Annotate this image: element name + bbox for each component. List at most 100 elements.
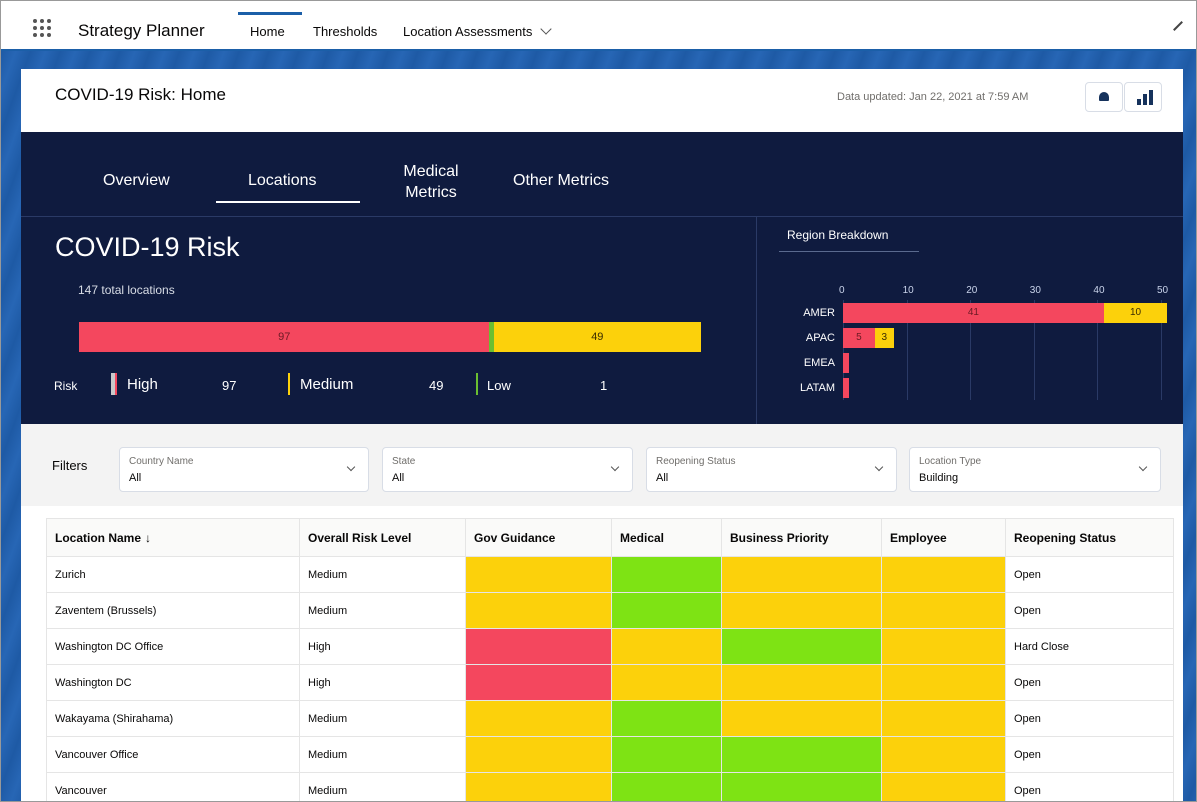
table-header-row: Location Name ↓ Overall Risk Level Gov Gu… bbox=[46, 518, 1174, 557]
employee-cell bbox=[881, 736, 1006, 773]
total-locations: 147 total locations bbox=[78, 283, 175, 297]
chart-title-underline bbox=[779, 251, 919, 252]
medium-legend-label: Medium bbox=[300, 376, 354, 393]
chevron-down-icon[interactable] bbox=[540, 23, 553, 35]
table-row[interactable]: Vancouver Medium Open bbox=[46, 772, 1174, 801]
business-priority-cell bbox=[721, 664, 882, 701]
employee-cell bbox=[881, 628, 1006, 665]
data-updated-text: Data updated: Jan 22, 2021 at 7:59 AM bbox=[837, 91, 1029, 103]
filter-label: Location Type bbox=[919, 456, 982, 467]
reopening-status-filter[interactable]: Reopening Status All bbox=[646, 447, 897, 492]
high-legend-swatch bbox=[111, 373, 117, 395]
nav-tab-thresholds[interactable]: Thresholds bbox=[313, 24, 377, 39]
gov-guidance-cell bbox=[465, 700, 612, 737]
location-name-cell: Vancouver Office bbox=[46, 736, 300, 773]
column-header-overall-risk[interactable]: Overall Risk Level bbox=[299, 518, 466, 557]
page-header: COVID-19 Risk: Home Data updated: Jan 22… bbox=[21, 69, 1183, 132]
filters-label: Filters bbox=[52, 458, 88, 473]
employee-cell bbox=[881, 556, 1006, 593]
filter-value: All bbox=[392, 472, 405, 484]
nav-tab-location-assessments[interactable]: Location Assessments bbox=[403, 23, 553, 39]
filter-value: Building bbox=[919, 472, 959, 484]
sort-down-icon[interactable]: ↓ bbox=[145, 531, 151, 545]
filter-value: All bbox=[129, 472, 142, 484]
notification-bell-icon bbox=[1099, 92, 1109, 101]
overall-risk-cell: Medium bbox=[299, 736, 466, 773]
category-label: AMER bbox=[803, 307, 835, 319]
table-row[interactable]: Zurich Medium Open bbox=[46, 556, 1174, 593]
low-legend-label: Low bbox=[487, 378, 511, 393]
edit-pencil-icon[interactable] bbox=[1173, 21, 1183, 31]
chevron-down-icon bbox=[874, 462, 884, 472]
analytics-button[interactable] bbox=[1124, 82, 1162, 112]
locations-table: Location Name ↓ Overall Risk Level Gov Gu… bbox=[46, 518, 1174, 801]
column-header-reopening-status[interactable]: Reopening Status bbox=[1005, 518, 1174, 557]
filters-bar: Filters Country Name All State All Reope… bbox=[21, 424, 1183, 506]
reopening-status-cell: Open bbox=[1005, 772, 1174, 801]
reopening-status-cell: Open bbox=[1005, 700, 1174, 737]
follow-button[interactable] bbox=[1085, 82, 1123, 112]
bar-high-amer[interactable]: 41 bbox=[843, 303, 1104, 323]
reopening-status-cell: Hard Close bbox=[1005, 628, 1174, 665]
divider bbox=[21, 216, 1183, 217]
overall-risk-cell: High bbox=[299, 664, 466, 701]
column-header-employee[interactable]: Employee bbox=[881, 518, 1006, 557]
x-tick-label: 0 bbox=[839, 285, 845, 296]
column-header-business-priority[interactable]: Business Priority bbox=[721, 518, 882, 557]
column-header-gov-guidance[interactable]: Gov Guidance bbox=[465, 518, 612, 557]
business-priority-cell bbox=[721, 628, 882, 665]
location-name-cell: Washington DC Office bbox=[46, 628, 300, 665]
business-priority-cell bbox=[721, 592, 882, 629]
location-name-cell: Wakayama (Shirahama) bbox=[46, 700, 300, 737]
filter-label: Reopening Status bbox=[656, 456, 736, 467]
divider bbox=[756, 216, 757, 424]
risk-bar-high[interactable]: 97 bbox=[79, 322, 490, 352]
bar-high-latam[interactable] bbox=[843, 378, 850, 398]
x-tick-label: 50 bbox=[1157, 285, 1169, 296]
overall-risk-cell: Medium bbox=[299, 772, 466, 801]
location-name-cell: Washington DC bbox=[46, 664, 300, 701]
country-name-filter[interactable]: Country Name All bbox=[119, 447, 369, 492]
business-priority-cell bbox=[721, 700, 882, 737]
column-header-label: Location Name bbox=[55, 530, 142, 545]
category-label: APAC bbox=[805, 332, 835, 344]
medium-legend-swatch bbox=[288, 373, 290, 395]
reopening-status-cell: Open bbox=[1005, 556, 1174, 593]
app-name: Strategy Planner bbox=[78, 21, 205, 40]
x-tick-label: 10 bbox=[902, 285, 914, 296]
bar-medium-amer[interactable]: 10 bbox=[1103, 303, 1168, 323]
page-title: COVID-19 Risk: Home bbox=[55, 85, 226, 104]
medical-cell bbox=[611, 664, 722, 701]
low-legend-value: 1 bbox=[600, 378, 608, 393]
tab-medical-metrics[interactable]: Medical Metrics bbox=[396, 161, 466, 203]
location-type-filter[interactable]: Location Type Building bbox=[909, 447, 1161, 492]
tab-overview[interactable]: Overview bbox=[103, 172, 170, 190]
tab-locations[interactable]: Locations bbox=[248, 172, 317, 190]
chevron-down-icon bbox=[610, 462, 620, 472]
bar-high-apac[interactable]: 5 bbox=[843, 328, 875, 348]
column-header-medical[interactable]: Medical bbox=[611, 518, 722, 557]
table-row[interactable]: Washington DC Office High Hard Close bbox=[46, 628, 1174, 665]
global-nav: Strategy Planner Home Thresholds Locatio… bbox=[1, 1, 1196, 51]
dashboard-title: COVID-19 Risk bbox=[55, 232, 240, 262]
tab-other-metrics[interactable]: Other Metrics bbox=[513, 172, 609, 190]
state-filter[interactable]: State All bbox=[382, 447, 633, 492]
table-row[interactable]: Zaventem (Brussels) Medium Open bbox=[46, 592, 1174, 629]
bar-chart-icon bbox=[1137, 90, 1153, 105]
gov-guidance-cell bbox=[465, 592, 612, 629]
table-row[interactable]: Vancouver Office Medium Open bbox=[46, 736, 1174, 773]
risk-bar-medium[interactable]: 49 bbox=[493, 322, 701, 352]
nav-tab-home[interactable]: Home bbox=[250, 24, 285, 39]
employee-cell bbox=[881, 592, 1006, 629]
bar-high-emea[interactable] bbox=[843, 353, 850, 373]
reopening-status-cell: Open bbox=[1005, 664, 1174, 701]
reopening-status-cell: Open bbox=[1005, 592, 1174, 629]
bar-medium-apac[interactable]: 3 bbox=[874, 328, 894, 348]
active-tab-indicator bbox=[238, 12, 302, 15]
location-name-cell: Zaventem (Brussels) bbox=[46, 592, 300, 629]
table-row[interactable]: Wakayama (Shirahama) Medium Open bbox=[46, 700, 1174, 737]
table-row[interactable]: Washington DC High Open bbox=[46, 664, 1174, 701]
column-header-location-name[interactable]: Location Name ↓ bbox=[46, 518, 300, 557]
employee-cell bbox=[881, 664, 1006, 701]
app-launcher-icon[interactable] bbox=[33, 19, 51, 37]
